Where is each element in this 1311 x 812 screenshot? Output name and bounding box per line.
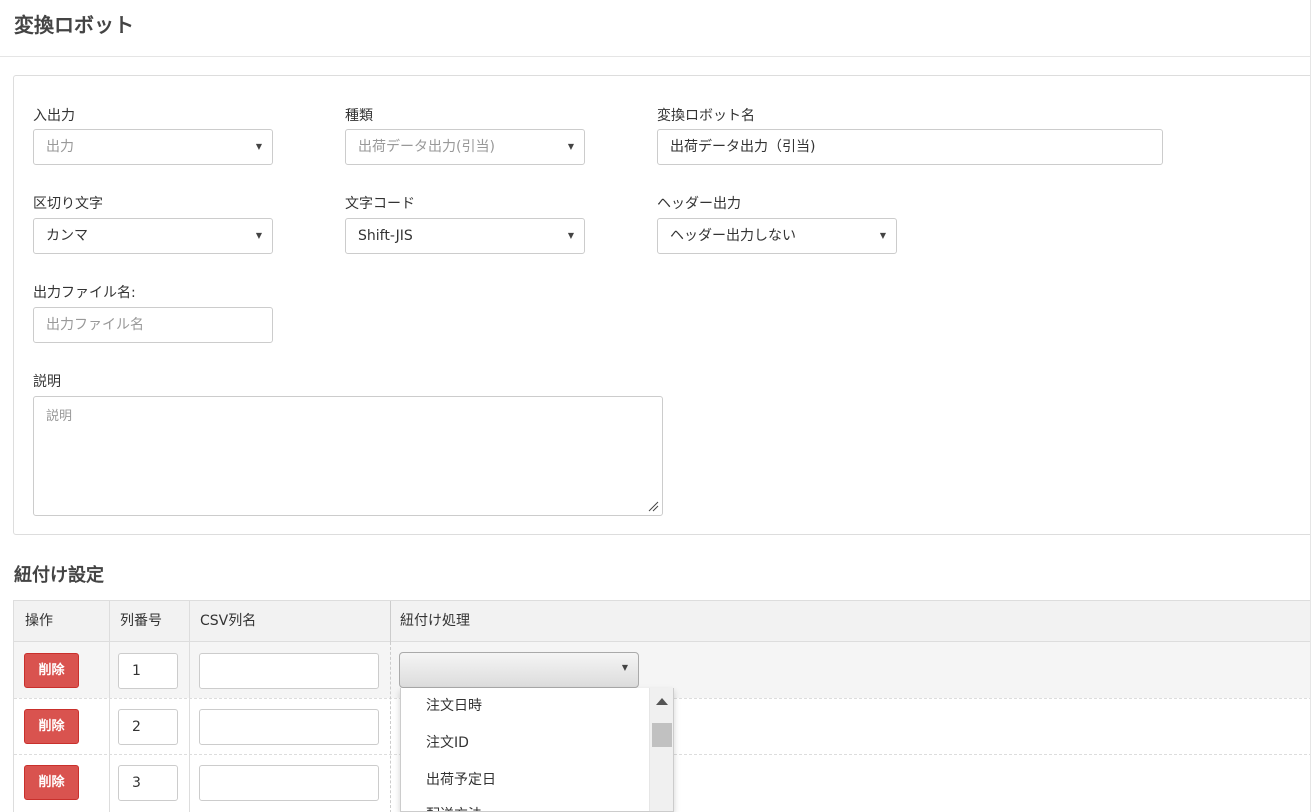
page-title: 変換ロボット — [14, 13, 134, 37]
column-number-input[interactable]: 2 — [118, 709, 178, 745]
kind-label: 種類 — [345, 108, 373, 124]
header-output-select[interactable]: ヘッダー出力しない ▼ — [657, 218, 897, 254]
column-number-input[interactable]: 1 — [118, 653, 178, 689]
io-select-value: 出力 — [46, 139, 74, 155]
delimiter-select-value: カンマ — [46, 228, 88, 244]
output-filename-label: 出力ファイル名: — [33, 285, 136, 301]
dropdown-option[interactable]: 注文日時 — [426, 695, 482, 715]
charcode-select-value: Shift-JIS — [358, 228, 413, 244]
delete-button[interactable]: 削除 — [24, 765, 79, 800]
io-select[interactable]: 出力 ▼ — [33, 129, 273, 165]
delimiter-label: 区切り文字 — [33, 196, 103, 212]
scroll-up-arrow-icon[interactable] — [656, 698, 668, 705]
column-header-column-number: 列番号 — [120, 613, 162, 629]
chevron-down-icon: ▼ — [879, 231, 886, 240]
io-label: 入出力 — [33, 108, 75, 124]
link-process-dropdown: 注文日時 注文ID 出荷予定日 配送方法 — [400, 688, 674, 812]
chevron-down-icon: ▼ — [255, 231, 262, 240]
robot-name-label: 変換ロボット名 — [657, 108, 755, 124]
description-label: 説明 — [33, 374, 61, 390]
robot-name-input[interactable]: 出荷データ出力（引当) — [657, 129, 1163, 165]
delete-button[interactable]: 削除 — [24, 709, 79, 744]
chevron-down-icon: ▼ — [567, 142, 574, 151]
charcode-select[interactable]: Shift-JIS ▼ — [345, 218, 585, 254]
column-number-input[interactable]: 3 — [118, 765, 178, 801]
delete-button[interactable]: 削除 — [24, 653, 79, 688]
column-header-csv-name: CSV列名 — [200, 613, 257, 629]
csv-name-input[interactable] — [199, 765, 379, 801]
charcode-label: 文字コード — [345, 196, 415, 212]
column-divider — [390, 601, 391, 642]
dropdown-scrollbar[interactable] — [649, 688, 673, 811]
description-placeholder: 説明 — [46, 409, 73, 424]
chevron-down-icon: ▼ — [567, 231, 574, 240]
output-filename-input[interactable]: 出力ファイル名 — [33, 307, 273, 343]
resize-grip-icon[interactable] — [648, 501, 659, 512]
mapping-section-title: 紐付け設定 — [14, 565, 104, 586]
link-process-select[interactable]: ▼ — [399, 652, 639, 688]
column-divider — [390, 642, 391, 812]
column-divider — [109, 601, 110, 812]
dropdown-option[interactable]: 配送方法 — [426, 804, 482, 811]
column-header-operation: 操作 — [25, 613, 53, 629]
page-header: 変換ロボット — [0, 0, 1311, 57]
description-textarea[interactable]: 説明 — [33, 396, 663, 516]
table-header: 操作 列番号 CSV列名 紐付け処理 — [14, 601, 1311, 642]
chevron-down-icon: ▼ — [255, 142, 262, 151]
chevron-down-icon: ▼ — [621, 663, 628, 672]
csv-name-input[interactable] — [199, 653, 379, 689]
header-output-select-value: ヘッダー出力しない — [670, 228, 796, 244]
kind-select[interactable]: 出荷データ出力(引当) ▼ — [345, 129, 585, 165]
scrollbar-thumb[interactable] — [652, 723, 672, 747]
column-divider — [189, 601, 190, 812]
header-output-label: ヘッダー出力 — [657, 196, 741, 212]
column-header-link-process: 紐付け処理 — [400, 613, 470, 629]
kind-select-value: 出荷データ出力(引当) — [358, 139, 495, 155]
csv-name-input[interactable] — [199, 709, 379, 745]
dropdown-option[interactable]: 注文ID — [426, 732, 469, 752]
dropdown-option[interactable]: 出荷予定日 — [426, 769, 496, 789]
delimiter-select[interactable]: カンマ ▼ — [33, 218, 273, 254]
